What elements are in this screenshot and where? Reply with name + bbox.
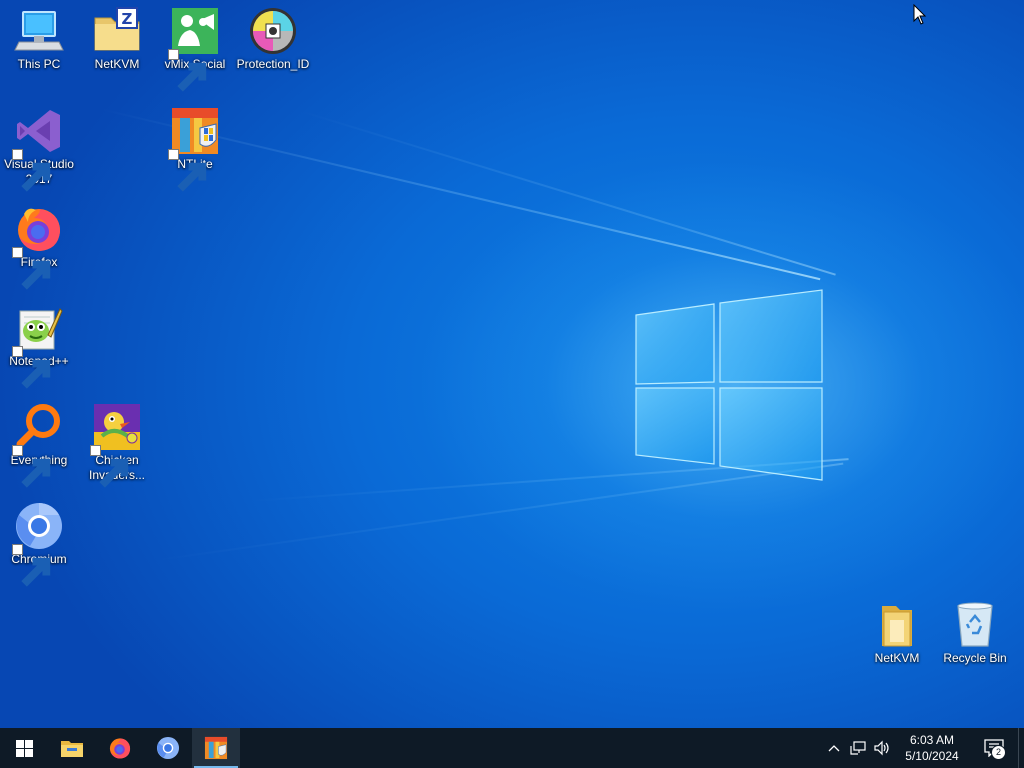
desktop-icon-label: NetKVM bbox=[874, 651, 920, 665]
folder-icon bbox=[872, 600, 922, 650]
start-button[interactable] bbox=[0, 728, 48, 768]
desktop-icon-vmix-social[interactable]: vMix Social bbox=[156, 6, 234, 92]
desktop-icon-ntlite[interactable]: NTLite bbox=[156, 106, 234, 192]
desktop-icon-label: This PC bbox=[17, 57, 61, 71]
chromium-icon bbox=[156, 736, 180, 760]
network-icon bbox=[850, 741, 866, 755]
windows-start-icon bbox=[15, 739, 33, 757]
notepadpp-icon bbox=[12, 303, 64, 389]
desktop-icon-netkvm-folder[interactable]: NetKVM bbox=[858, 600, 936, 666]
ntlite-icon bbox=[168, 106, 220, 192]
computer-icon bbox=[14, 6, 64, 56]
shortcut-arrow-icon bbox=[12, 445, 51, 488]
desktop-icon-netkvm[interactable]: Z NetKVM bbox=[78, 6, 156, 72]
show-hidden-icons-button[interactable] bbox=[822, 728, 846, 768]
taskbar-chromium-button[interactable] bbox=[144, 728, 192, 768]
desktop-icon-visual-studio[interactable]: Visual Studio 2017 bbox=[0, 106, 78, 192]
desktop-icon-label: Recycle Bin bbox=[943, 651, 1007, 665]
desktop-icon-chromium[interactable]: Chromium bbox=[0, 501, 78, 587]
shortcut-arrow-icon bbox=[12, 346, 51, 389]
zip-folder-icon: Z bbox=[92, 6, 142, 56]
clock-date: 5/10/2024 bbox=[905, 749, 959, 763]
taskbar-ntlite-button[interactable] bbox=[192, 728, 240, 768]
desktop-icon-label: NetKVM bbox=[94, 57, 140, 71]
windows-logo-wallpaper bbox=[635, 289, 823, 481]
desktop-icon-label: Protection_ID bbox=[236, 57, 310, 71]
desktop-icon-recycle-bin[interactable]: Recycle Bin bbox=[936, 600, 1014, 666]
desktop-icon-protection-id[interactable]: Protection_ID bbox=[234, 6, 312, 72]
system-tray: 6:03 AM 5/10/2024 2 bbox=[822, 728, 1024, 768]
show-desktop-button[interactable] bbox=[1018, 728, 1024, 768]
svg-text:Z: Z bbox=[122, 10, 133, 28]
chevron-up-icon bbox=[828, 745, 840, 752]
shortcut-arrow-icon bbox=[168, 149, 207, 192]
taskbar: 6:03 AM 5/10/2024 2 bbox=[0, 728, 1024, 768]
firefox-icon bbox=[12, 204, 64, 290]
speaker-icon bbox=[874, 740, 889, 756]
desktop-icon-firefox[interactable]: Firefox bbox=[0, 204, 78, 290]
file-explorer-icon bbox=[61, 741, 83, 757]
chicken-invaders-icon bbox=[90, 402, 142, 488]
taskbar-clock[interactable]: 6:03 AM 5/10/2024 bbox=[894, 728, 970, 768]
desktop-icon-chicken-invaders[interactable]: Chicken Invaders... bbox=[78, 402, 156, 488]
desktop[interactable]: This PC Z NetKVM vMix Social Protection_… bbox=[0, 0, 1024, 728]
vmix-icon bbox=[168, 6, 220, 92]
visual-studio-icon bbox=[12, 106, 64, 192]
desktop-icon-notepadpp[interactable]: Notepad++ bbox=[0, 303, 78, 389]
firefox-icon bbox=[109, 738, 131, 759]
wallpaper-light-beam bbox=[299, 110, 836, 276]
recycle-bin-icon bbox=[950, 600, 1000, 650]
shortcut-arrow-icon bbox=[12, 247, 51, 290]
action-center-button[interactable]: 2 bbox=[970, 728, 1018, 768]
desktop-icon-this-pc[interactable]: This PC bbox=[0, 6, 78, 72]
taskbar-file-explorer-button[interactable] bbox=[48, 728, 96, 768]
shortcut-arrow-icon bbox=[90, 445, 129, 488]
shortcut-arrow-icon bbox=[12, 544, 51, 587]
shortcut-arrow-icon bbox=[168, 49, 207, 92]
desktop-icon-everything[interactable]: Everything bbox=[0, 402, 78, 488]
disc-icon bbox=[248, 6, 298, 56]
everything-icon bbox=[12, 402, 64, 488]
mouse-cursor-icon bbox=[913, 4, 927, 25]
chromium-icon bbox=[12, 501, 64, 587]
volume-tray-button[interactable] bbox=[870, 728, 894, 768]
clock-time: 6:03 AM bbox=[909, 733, 955, 747]
notification-count-badge: 2 bbox=[991, 745, 1006, 760]
network-tray-button[interactable] bbox=[846, 728, 870, 768]
taskbar-firefox-button[interactable] bbox=[96, 728, 144, 768]
shortcut-arrow-icon bbox=[12, 149, 51, 192]
ntlite-icon bbox=[204, 736, 228, 760]
